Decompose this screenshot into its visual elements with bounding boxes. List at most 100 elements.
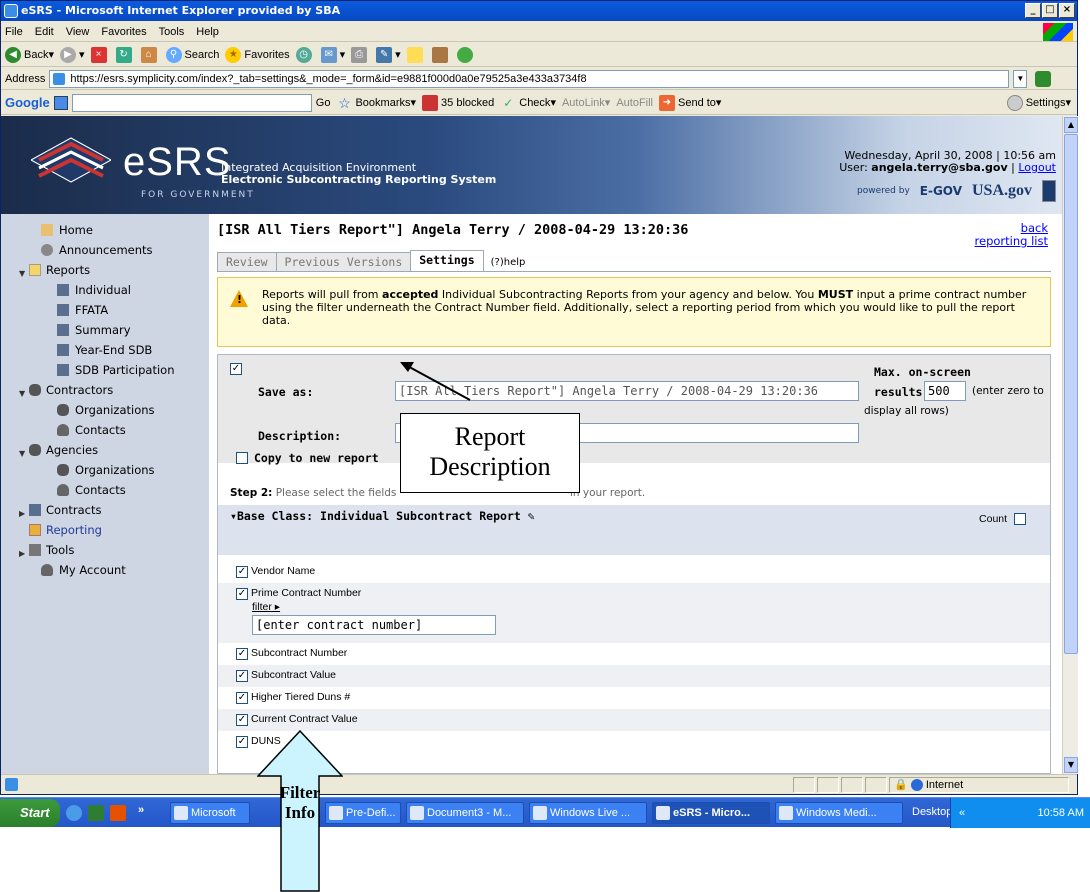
help-link[interactable]: (?)help — [491, 254, 526, 272]
tab-review[interactable]: Review — [217, 252, 277, 272]
field-checkbox[interactable]: ✓ — [236, 588, 248, 600]
menu-edit[interactable]: Edit — [35, 26, 54, 38]
field-checkbox[interactable]: ✓ — [236, 736, 248, 748]
ppt-quicklaunch-icon[interactable] — [110, 805, 126, 821]
quicklaunch-more-icon[interactable]: » — [138, 804, 144, 816]
sidebar-item-announcements[interactable]: Announcements — [1, 240, 209, 260]
status-segment — [817, 777, 839, 793]
task-esrs[interactable]: eSRS - Micro... — [652, 802, 770, 824]
google-menu-icon[interactable] — [53, 95, 68, 110]
save-checkbox[interactable]: ✓ — [230, 363, 242, 375]
stop-button[interactable]: × — [90, 46, 110, 63]
copy-to-new-report-checkbox[interactable] — [236, 452, 248, 464]
history-button[interactable]: ◷ — [295, 46, 315, 63]
forward-button[interactable]: ▶ ▾ — [60, 46, 85, 63]
spellcheck-button[interactable]: ✓ Check ▾ — [500, 95, 556, 111]
person-icon — [41, 564, 53, 576]
sidebar-item-contracts[interactable]: ▶ Contracts — [1, 500, 209, 520]
field-checkbox[interactable]: ✓ — [236, 566, 248, 578]
collapse-icon[interactable]: ▾ — [230, 509, 237, 523]
folder-button[interactable] — [406, 46, 426, 63]
field-checkbox[interactable]: ✓ — [236, 692, 248, 704]
sidebar-item-contractor-organizations[interactable]: Organizations — [1, 400, 209, 420]
start-button[interactable]: Start — [0, 799, 60, 827]
field-checkbox[interactable]: ✓ — [236, 648, 248, 660]
settings-button[interactable]: Settings ▾ — [1006, 94, 1071, 111]
sidebar-item-sdb-participation[interactable]: SDB Participation — [1, 360, 209, 380]
field-checkbox[interactable]: ✓ — [236, 714, 248, 726]
sidebar-item-reports[interactable]: ▼ Reports — [1, 260, 209, 280]
address-dropdown-icon[interactable]: ▼ — [1013, 69, 1028, 88]
edit-button[interactable]: ✎ ▾ — [376, 46, 401, 63]
print-button[interactable]: ⎙ — [351, 46, 370, 63]
popup-blocker[interactable]: 35 blocked — [422, 94, 494, 111]
sendto-button[interactable]: ➜ Send to ▾ — [659, 94, 721, 111]
field-subcontract-number: ✓ Subcontract Number — [236, 647, 348, 660]
tab-previous-versions[interactable]: Previous Versions — [275, 252, 412, 272]
powered-by: powered by E-GOV USA.gov — [839, 180, 1056, 202]
close-button[interactable]: × — [1059, 3, 1075, 18]
menu-tools[interactable]: Tools — [159, 26, 185, 38]
task-document3[interactable]: Document3 - M... — [406, 802, 524, 824]
max-results-label-2: results: — [874, 385, 930, 399]
save-as-input[interactable]: [ISR All Tiers Report"] Angela Terry / 2… — [395, 381, 859, 401]
vertical-scrollbar[interactable]: ▲ ▼ — [1062, 116, 1078, 774]
ie-quicklaunch-icon[interactable] — [66, 805, 82, 821]
logout-link[interactable]: Logout — [1018, 161, 1056, 174]
sidebar-item-ffata[interactable]: FFATA — [1, 300, 209, 320]
back-to-reporting-list-link[interactable]: back reporting list — [975, 222, 1048, 248]
task-windows-media[interactable]: Windows Medi... — [775, 802, 903, 824]
sidebar-item-contractors[interactable]: ▼ Contractors — [1, 380, 209, 400]
research-button[interactable] — [431, 46, 451, 63]
address-input[interactable]: https://esrs.symplicity.com/index?_tab=s… — [49, 69, 1010, 88]
tab-settings[interactable]: Settings — [410, 250, 484, 272]
sidebar-item-year-end-sdb[interactable]: Year-End SDB — [1, 340, 209, 360]
menu-view[interactable]: View — [66, 26, 90, 38]
google-go-button[interactable]: Go — [316, 97, 331, 109]
back-button[interactable]: ◀ Back ▾ — [5, 46, 54, 63]
home-button[interactable]: ⌂ — [140, 46, 160, 63]
scroll-up-icon[interactable]: ▲ — [1064, 117, 1078, 133]
sidebar-item-individual[interactable]: Individual — [1, 280, 209, 300]
maximize-button[interactable]: □ — [1042, 3, 1058, 18]
sidebar-item-reporting[interactable]: Reporting — [1, 520, 209, 540]
sidebar-item-agencies[interactable]: ▼ Agencies — [1, 440, 209, 460]
sidebar-item-tools[interactable]: ▶ Tools — [1, 540, 209, 560]
scroll-thumb[interactable] — [1064, 134, 1078, 654]
tray-collapse-icon[interactable]: « — [959, 807, 965, 819]
filter-info-label: Filter Info — [279, 783, 321, 822]
excel-quicklaunch-icon[interactable] — [88, 805, 104, 821]
messenger-button[interactable] — [456, 46, 476, 63]
max-results-input[interactable]: 500 — [924, 381, 966, 401]
mail-button[interactable]: ✉ ▾ — [320, 46, 345, 63]
sidebar-item-contractor-contacts[interactable]: Contacts — [1, 420, 209, 440]
search-button[interactable]: ⚲ Search — [165, 46, 219, 63]
autofill-button[interactable]: AutoFill — [616, 97, 653, 109]
menu-file[interactable]: File — [5, 26, 23, 38]
go-arrow-icon[interactable] — [1035, 70, 1052, 87]
megaphone-icon — [41, 244, 53, 256]
field-checkbox[interactable]: ✓ — [236, 670, 248, 682]
sidebar-item-summary[interactable]: Summary — [1, 320, 209, 340]
sidebar-item-agency-organizations[interactable]: Organizations — [1, 460, 209, 480]
task-microsoft[interactable]: Microsoft — [170, 802, 250, 824]
sidebar-item-agency-contacts[interactable]: Contacts — [1, 480, 209, 500]
google-search-input[interactable] — [71, 93, 312, 112]
menu-help[interactable]: Help — [196, 26, 219, 38]
autolink-button[interactable]: AutoLink ▾ — [562, 96, 610, 110]
forward-arrow-icon: ▶ — [60, 46, 76, 63]
edit-icon[interactable]: ✎ — [528, 509, 535, 523]
sidebar-item-my-account[interactable]: My Account — [1, 560, 209, 580]
refresh-button[interactable]: ↻ — [115, 46, 135, 63]
minimize-button[interactable]: _ — [1025, 3, 1041, 18]
favorites-button[interactable]: ★ Favorites — [225, 46, 290, 63]
bookmarks-button[interactable]: ☆ Bookmarks ▾ — [336, 95, 416, 111]
sidebar-item-home[interactable]: Home — [1, 220, 209, 240]
contract-number-input[interactable]: [enter contract number] — [252, 615, 496, 635]
menu-favorites[interactable]: Favorites — [101, 26, 146, 38]
scroll-down-icon[interactable]: ▼ — [1064, 757, 1078, 773]
count-checkbox[interactable] — [1014, 513, 1026, 526]
task-windows-live[interactable]: Windows Live ... — [529, 802, 647, 824]
desktop-toolbar[interactable]: Desktop — [912, 806, 952, 818]
filter-link[interactable]: filter ▸ — [252, 601, 280, 613]
